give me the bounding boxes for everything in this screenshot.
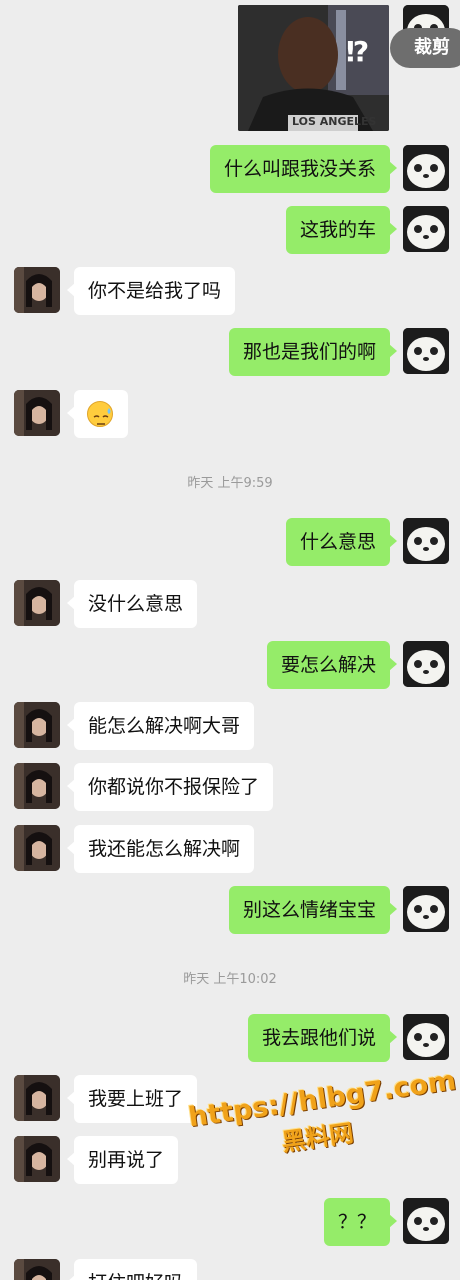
message-text: 打住吧好吗	[88, 1272, 183, 1280]
panda-avatar-image	[403, 328, 449, 374]
watermark: https://hlbg7.com 黑料网	[186, 1065, 458, 1170]
my-message-bubble[interactable]: 别这么情绪宝宝	[228, 886, 398, 934]
message-text: 我去跟他们说	[261, 1027, 376, 1049]
contact-message-bubble[interactable]: 能怎么解决啊大哥	[66, 702, 255, 750]
message-text: 那也是我们的啊	[242, 341, 376, 363]
contact-avatar-image	[14, 390, 60, 436]
contact-message-bubble[interactable]: 别再说了	[66, 1136, 179, 1184]
timestamp: 昨天 上午9:59	[187, 476, 273, 491]
my-message-bubble[interactable]: 要怎么解决	[266, 641, 398, 689]
message-text: 你都说你不报保险了	[88, 776, 260, 798]
contact-avatar[interactable]	[14, 1259, 60, 1280]
contact-message-bubble[interactable]: 你不是给我了吗	[66, 267, 236, 315]
my-avatar[interactable]	[403, 206, 449, 252]
my-avatar[interactable]	[403, 145, 449, 191]
panda-avatar-image	[403, 518, 449, 564]
contact-avatar-image	[14, 1259, 60, 1280]
my-message-bubble[interactable]: ？？	[323, 1198, 398, 1246]
message-text: 要怎么解决	[280, 654, 376, 676]
contact-message-bubble[interactable]: 我要上班了	[66, 1075, 198, 1123]
contact-avatar-image	[14, 1075, 60, 1121]
contact-avatar[interactable]	[14, 1075, 60, 1121]
contact-avatar[interactable]	[14, 763, 60, 809]
panda-avatar-image	[403, 206, 449, 252]
panda-avatar-image	[403, 145, 449, 191]
message-text: 什么意思	[299, 531, 376, 553]
message-text: 这我的车	[299, 219, 376, 241]
contact-avatar[interactable]	[14, 267, 60, 313]
sticker-message[interactable]: ⁉ LOS ANGELES	[238, 5, 389, 131]
panda-avatar-image	[403, 886, 449, 932]
my-message-bubble[interactable]: 这我的车	[285, 206, 398, 254]
contact-avatar-image	[14, 1136, 60, 1182]
contact-message-bubble[interactable]: 我还能怎么解决啊	[66, 825, 255, 873]
crop-button-label: 裁剪	[414, 37, 450, 58]
sticker-image	[238, 5, 389, 131]
my-avatar[interactable]	[403, 328, 449, 374]
contact-message-bubble[interactable]: 没什么意思	[66, 580, 198, 628]
crop-button[interactable]: 裁剪	[390, 28, 460, 68]
message-text: 别再说了	[88, 1149, 165, 1171]
my-avatar[interactable]	[403, 1014, 449, 1060]
message-text: 没什么意思	[88, 593, 184, 615]
contact-avatar-image	[14, 580, 60, 626]
my-avatar[interactable]	[403, 886, 449, 932]
panda-avatar-image	[403, 1198, 449, 1244]
contact-avatar-image	[14, 763, 60, 809]
contact-avatar-image	[14, 267, 60, 313]
panda-avatar-image	[403, 1014, 449, 1060]
contact-avatar[interactable]	[14, 702, 60, 748]
my-message-bubble[interactable]: 我去跟他们说	[247, 1014, 398, 1062]
contact-avatar-image	[14, 702, 60, 748]
message-text: 能怎么解决啊大哥	[88, 715, 241, 737]
contact-message-bubble[interactable]: 打住吧好吗	[66, 1259, 198, 1280]
message-text: ？？	[337, 1211, 376, 1233]
my-avatar[interactable]	[403, 641, 449, 687]
sticker-jersey-text: LOS ANGELES	[292, 115, 377, 128]
contact-message-bubble[interactable]: 你都说你不报保险了	[66, 763, 274, 811]
sweat-emoji-icon	[87, 401, 113, 427]
sticker-overlay-text: ⁉	[346, 35, 370, 68]
message-text: 我要上班了	[88, 1088, 184, 1110]
my-message-bubble[interactable]: 那也是我们的啊	[228, 328, 398, 376]
my-message-bubble[interactable]: 什么意思	[285, 518, 398, 566]
contact-avatar[interactable]	[14, 390, 60, 436]
message-text: 别这么情绪宝宝	[242, 899, 376, 921]
panda-avatar-image	[403, 641, 449, 687]
contact-avatar[interactable]	[14, 825, 60, 871]
message-text: 我还能怎么解决啊	[88, 838, 241, 860]
my-avatar[interactable]	[403, 518, 449, 564]
contact-avatar-image	[14, 825, 60, 871]
timestamp: 昨天 上午10:02	[183, 972, 277, 987]
my-avatar[interactable]	[403, 1198, 449, 1244]
message-text: 你不是给我了吗	[88, 280, 222, 302]
my-message-bubble[interactable]: 什么叫跟我没关系	[209, 145, 398, 193]
contact-avatar[interactable]	[14, 1136, 60, 1182]
message-text: 什么叫跟我没关系	[223, 158, 376, 180]
contact-avatar[interactable]	[14, 580, 60, 626]
contact-message-bubble[interactable]: 😓	[67, 390, 128, 438]
